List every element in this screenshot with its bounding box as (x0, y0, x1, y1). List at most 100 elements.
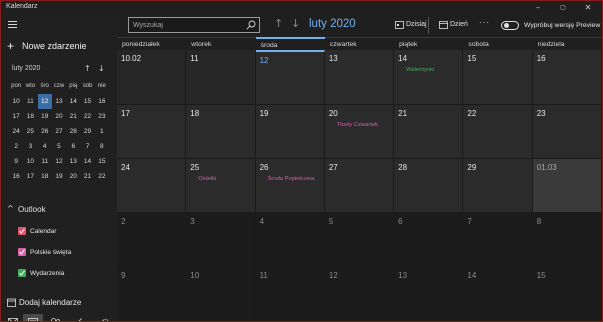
previous-month-arrow-icon[interactable]: ↑ (274, 17, 283, 30)
mini-calendar-day[interactable]: 11 (23, 94, 37, 109)
mini-calendar-day[interactable]: 2 (9, 139, 23, 154)
mini-calendar-day[interactable]: 22 (80, 109, 94, 124)
mini-calendar-day[interactable]: 14 (66, 94, 80, 109)
day-cell[interactable]: 16 (532, 50, 602, 105)
checkbox-icon[interactable] (18, 269, 26, 277)
hamburger-menu-icon[interactable] (8, 21, 17, 29)
mini-calendar-day[interactable]: 13 (52, 94, 66, 109)
mini-calendar-day[interactable]: 23 (95, 109, 109, 124)
minimize-button[interactable]: – (526, 1, 550, 15)
mini-calendar-day[interactable]: 17 (9, 109, 23, 124)
todo-nav-button[interactable] (67, 314, 87, 321)
day-cell[interactable]: 4 (255, 213, 325, 267)
mini-calendar-day[interactable]: 6 (66, 139, 80, 154)
day-cell[interactable]: 11 (186, 50, 256, 105)
search-box[interactable] (128, 17, 260, 33)
calendar-nav-button[interactable] (23, 314, 43, 321)
mini-calendar-day[interactable]: 20 (66, 169, 80, 184)
day-cell[interactable]: 10 (186, 267, 256, 321)
day-cell[interactable]: 8 (532, 213, 602, 267)
mini-prev-arrow-icon[interactable]: ↑ (84, 64, 91, 73)
close-button[interactable]: ✕ (576, 1, 600, 15)
mini-calendar-day[interactable]: 28 (66, 124, 80, 139)
day-cell[interactable]: 9 (117, 267, 187, 321)
mini-calendar-day[interactable]: 18 (23, 109, 37, 124)
calendar-event[interactable]: Walentynki (406, 67, 434, 73)
day-cell[interactable]: 26 Środa Popielcowa (255, 159, 325, 213)
day-cell[interactable]: 14 Walentynki (394, 50, 464, 105)
day-cell[interactable]: 15 (463, 50, 533, 105)
mini-calendar-day[interactable]: 11 (38, 154, 52, 169)
next-month-arrow-icon[interactable]: ↓ (291, 17, 300, 30)
calendar-event[interactable]: Środa Popielcowa (268, 176, 315, 182)
month-title[interactable]: luty 2020 (309, 18, 356, 30)
mini-calendar-day[interactable]: 7 (80, 139, 94, 154)
mini-calendar-day[interactable]: 16 (95, 94, 109, 109)
day-cell[interactable]: 27 (324, 159, 395, 213)
mini-calendar-day[interactable]: 16 (9, 169, 23, 184)
more-options-icon[interactable]: ··· (479, 18, 490, 27)
day-cell[interactable]: 18 (186, 105, 256, 159)
mini-calendar-day[interactable]: 20 (52, 109, 66, 124)
day-cell[interactable]: 21 (394, 105, 464, 159)
day-cell[interactable]: 12 (324, 267, 395, 321)
day-cell[interactable]: 13 (394, 267, 464, 321)
mini-calendar-day[interactable]: 13 (66, 154, 80, 169)
maximize-button[interactable]: ▢ (551, 1, 575, 15)
mini-calendar-day[interactable]: 18 (38, 169, 52, 184)
mini-next-arrow-icon[interactable]: ↓ (98, 64, 105, 73)
mini-calendar-day[interactable]: 14 (80, 154, 94, 169)
mini-calendar-day[interactable]: 19 (52, 169, 66, 184)
mini-calendar-day[interactable]: 25 (23, 124, 37, 139)
day-cell[interactable]: 6 (394, 213, 464, 267)
day-cell[interactable]: 2 (117, 213, 187, 267)
search-input[interactable] (133, 19, 241, 31)
mini-calendar-day[interactable]: 19 (38, 109, 52, 124)
search-icon[interactable] (246, 20, 256, 30)
day-cell[interactable]: 3 (186, 213, 256, 267)
mini-calendar-day[interactable]: 21 (80, 169, 94, 184)
mini-calendar-day[interactable]: 12 (52, 154, 66, 169)
checkbox-icon[interactable] (18, 227, 26, 235)
checkbox-icon[interactable] (18, 248, 26, 256)
mini-calendar-day[interactable]: 27 (52, 124, 66, 139)
mini-calendar-day[interactable]: 22 (95, 169, 109, 184)
mini-calendar-day[interactable]: 1 (95, 124, 109, 139)
mini-calendar-day[interactable]: 5 (52, 139, 66, 154)
mini-calendar-day[interactable]: 4 (38, 139, 52, 154)
day-cell[interactable]: 12 (255, 50, 325, 105)
mini-calendar-day[interactable]: 17 (23, 169, 37, 184)
day-cell[interactable]: 24 (117, 159, 187, 213)
new-event-button[interactable]: + Nowe zdarzenie (7, 39, 112, 54)
day-cell[interactable]: 29 (463, 159, 533, 213)
mini-calendar-day[interactable]: 9 (9, 154, 23, 169)
mini-calendar-day[interactable]: 15 (80, 94, 94, 109)
day-cell[interactable]: 7 (463, 213, 533, 267)
day-cell[interactable]: 25 Ostatki (186, 159, 256, 213)
mini-calendar-day[interactable]: 10 (9, 94, 23, 109)
day-cell[interactable]: 10.02 (117, 50, 187, 105)
people-nav-button[interactable] (45, 314, 65, 321)
mini-calendar-day[interactable]: 21 (66, 109, 80, 124)
day-cell[interactable]: 11 (255, 267, 325, 321)
mini-calendar-day[interactable]: 26 (38, 124, 52, 139)
day-cell[interactable]: 20 Tłusty Czwartek (324, 105, 395, 159)
day-cell[interactable]: 5 (324, 213, 395, 267)
day-cell[interactable]: 14 (463, 267, 533, 321)
preview-toggle[interactable] (501, 21, 519, 30)
day-cell[interactable]: 17 (117, 105, 187, 159)
day-cell[interactable]: 28 (394, 159, 464, 213)
day-cell[interactable]: 23 (532, 105, 602, 159)
mini-calendar-day[interactable]: 24 (9, 124, 23, 139)
mini-calendar-today[interactable]: 12 (37, 94, 52, 109)
day-cell[interactable]: 22 (463, 105, 533, 159)
mini-calendar-day[interactable]: 10 (23, 154, 37, 169)
mini-calendar-day[interactable]: 8 (95, 139, 109, 154)
calendar-event[interactable]: Ostatki (198, 176, 216, 182)
mini-calendar-month[interactable]: luty 2020 (12, 65, 40, 72)
day-cell[interactable]: 13 (324, 50, 395, 105)
day-cell[interactable]: 19 (255, 105, 325, 159)
calendar-event[interactable]: Tłusty Czwartek (337, 122, 378, 128)
settings-nav-button[interactable] (96, 314, 116, 321)
day-cell[interactable]: 01.03 (532, 159, 602, 213)
